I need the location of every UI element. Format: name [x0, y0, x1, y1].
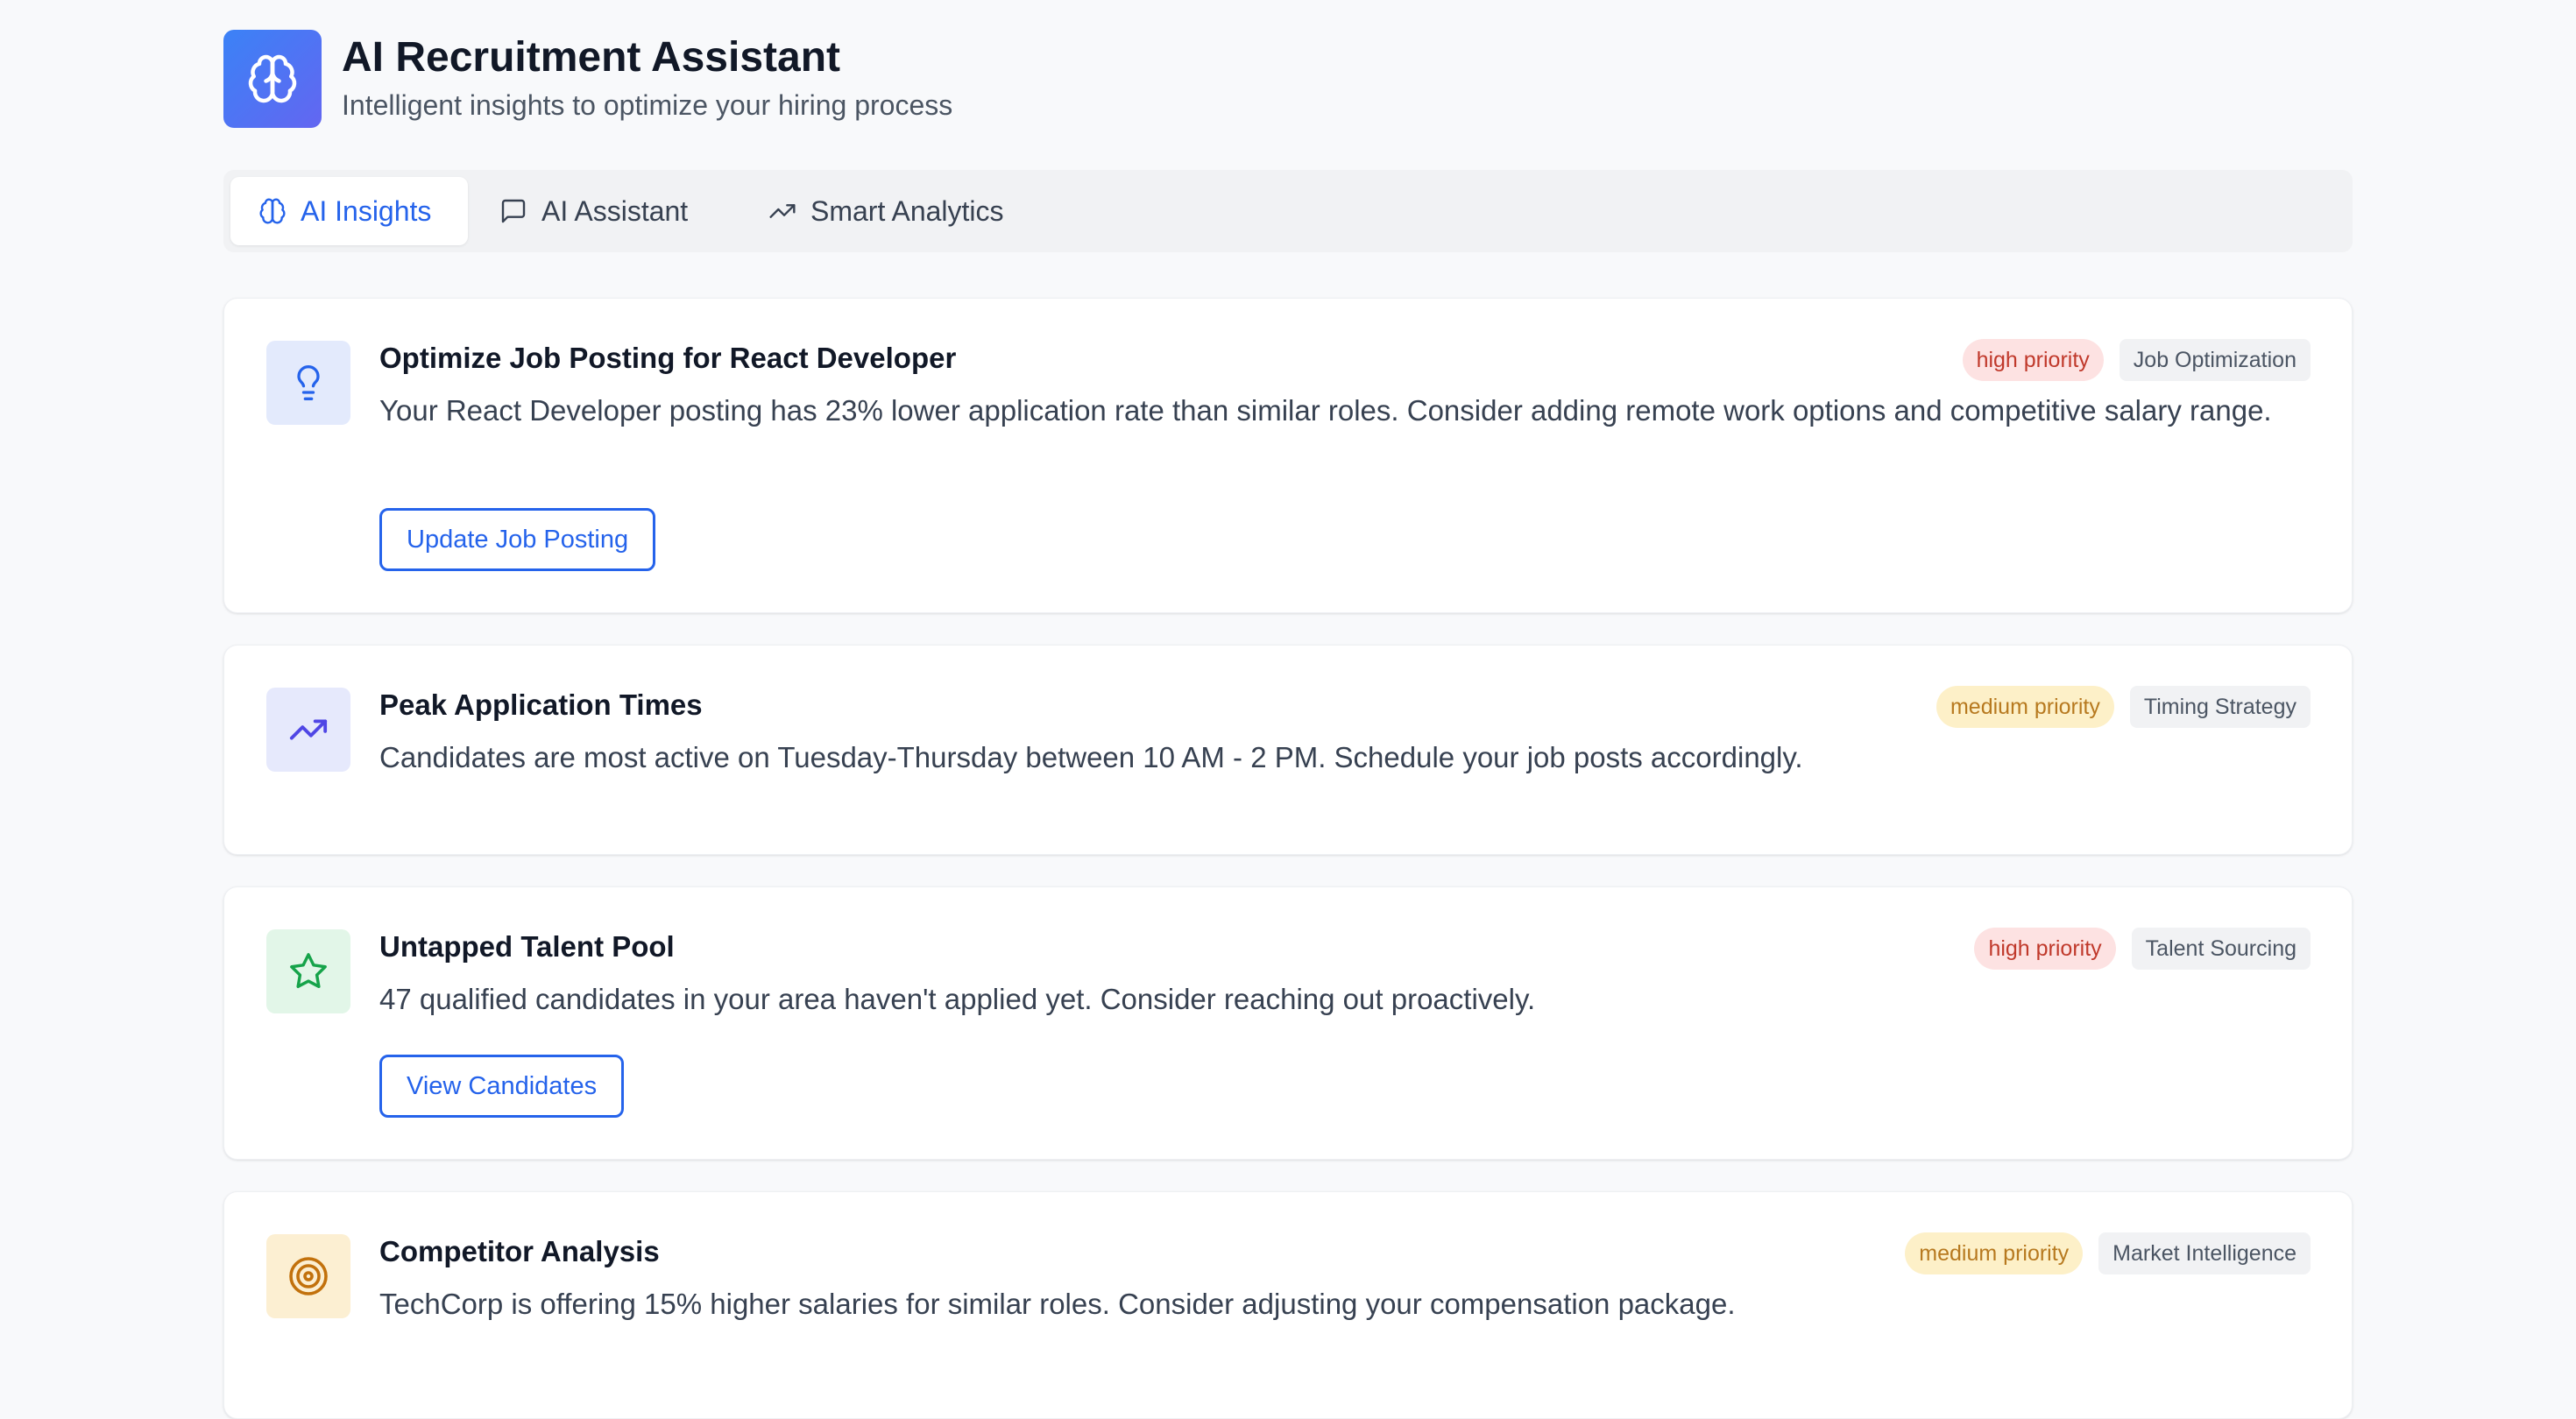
- insight-badges: medium priority Market Intelligence: [1905, 1232, 2311, 1274]
- app-logo: [223, 30, 322, 128]
- insight-description: Candidates are most active on Tuesday-Th…: [379, 741, 1803, 773]
- tab-bar: AI Insights AI Assistant Smart Analytics: [223, 170, 2353, 252]
- insight-card: Peak Application Times medium priority T…: [223, 645, 2353, 855]
- insight-icon-box: [266, 688, 350, 772]
- insight-badges: high priority Job Optimization: [1962, 339, 2311, 381]
- insight-description: 47 qualified candidates in your area hav…: [379, 983, 1536, 1015]
- trending-up-icon: [768, 197, 796, 225]
- insight-card: Untapped Talent Pool high priority Talen…: [223, 886, 2353, 1160]
- insight-title: Untapped Talent Pool: [379, 930, 675, 963]
- tab-label: AI Insights: [301, 194, 432, 227]
- category-badge: Market Intelligence: [2098, 1232, 2311, 1274]
- brain-icon: [258, 197, 287, 225]
- insight-card: Competitor Analysis medium priority Mark…: [223, 1191, 2353, 1419]
- priority-badge: medium priority: [1936, 686, 2114, 728]
- insight-icon-box: [266, 929, 350, 1013]
- message-square-icon: [499, 197, 527, 225]
- priority-badge: high priority: [1962, 339, 2104, 381]
- category-badge: Talent Sourcing: [2131, 928, 2311, 970]
- category-badge: Timing Strategy: [2129, 686, 2311, 728]
- insight-badges: medium priority Timing Strategy: [1936, 686, 2311, 728]
- insight-title: Peak Application Times: [379, 688, 703, 721]
- insight-icon-box: [266, 341, 350, 425]
- insight-card: Optimize Job Posting for React Developer…: [223, 298, 2353, 613]
- insight-description: TechCorp is offering 15% higher salaries…: [379, 1288, 1736, 1320]
- priority-badge: high priority: [1974, 928, 2116, 970]
- tab-smart-analytics[interactable]: Smart Analytics: [740, 177, 1032, 245]
- tab-ai-insights[interactable]: AI Insights: [230, 177, 468, 245]
- priority-badge: medium priority: [1905, 1232, 2084, 1274]
- tab-label: AI Assistant: [541, 194, 689, 227]
- tab-label: Smart Analytics: [810, 194, 1004, 227]
- star-icon: [290, 953, 327, 989]
- brain-icon: [248, 54, 297, 103]
- insight-title: Competitor Analysis: [379, 1235, 660, 1267]
- page-title: AI Recruitment Assistant: [342, 34, 841, 81]
- insight-icon-box: [266, 1234, 350, 1318]
- insight-title: Optimize Job Posting for React Developer: [379, 342, 957, 374]
- category-badge: Job Optimization: [2119, 339, 2311, 381]
- view-candidates-button[interactable]: View Candidates: [379, 1055, 625, 1118]
- page-header: AI Recruitment Assistant Intelligent ins…: [223, 30, 2353, 128]
- update-job-posting-button[interactable]: Update Job Posting: [379, 508, 656, 571]
- insight-badges: high priority Talent Sourcing: [1974, 928, 2311, 970]
- insight-description: Your React Developer posting has 23% low…: [379, 394, 2272, 427]
- page-subtitle: Intelligent insights to optimize your hi…: [342, 89, 953, 121]
- lightbulb-icon: [297, 365, 320, 400]
- trending-up-icon: [289, 719, 328, 740]
- tab-ai-assistant[interactable]: AI Assistant: [471, 177, 716, 245]
- target-icon: [289, 1257, 328, 1295]
